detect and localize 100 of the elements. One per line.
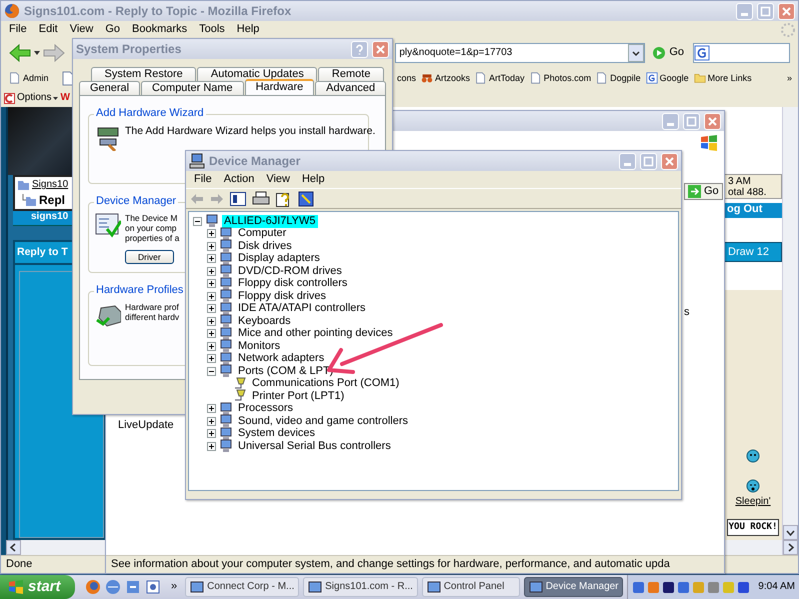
tree-item[interactable]: Sound, video and game controllers [236, 414, 410, 428]
expand-toggle[interactable] [193, 216, 202, 226]
breadcrumb-link[interactable]: Signs10 [32, 179, 68, 191]
close-button[interactable] [661, 152, 678, 170]
vertical-scrollbar[interactable] [782, 107, 798, 555]
bookmark-link[interactable]: Google [646, 72, 689, 84]
options-menu[interactable]: Options [4, 92, 58, 104]
scroll-right-icon[interactable] [783, 540, 798, 555]
expand-toggle[interactable] [207, 442, 216, 451]
bookmark-link[interactable]: More Links [694, 72, 752, 84]
bookmark-link[interactable]: Admin [9, 72, 49, 84]
expand-toggle[interactable] [207, 366, 216, 376]
bookmark-link[interactable]: Photos.com [530, 72, 592, 84]
search-field[interactable] [693, 43, 790, 63]
expand-toggle[interactable] [207, 254, 216, 264]
tree-item[interactable]: Computer [236, 227, 288, 240]
tree-item[interactable]: System devices [236, 427, 318, 440]
tab[interactable]: Advanced [315, 81, 386, 95]
help-icon[interactable] [276, 190, 292, 206]
bookmark-link[interactable]: ArtToday [475, 72, 525, 84]
tree-item[interactable]: ALLIED-6JI7LYW5 [222, 214, 318, 228]
tree-item[interactable]: Display adapters [236, 252, 322, 266]
tab[interactable]: Computer Name [141, 81, 244, 95]
tree-item[interactable]: Network adapters [236, 352, 326, 366]
menu-item[interactable]: Edit [32, 23, 64, 37]
menu-item[interactable]: Help [296, 172, 331, 186]
panel-toggle-icon[interactable] [230, 192, 246, 206]
menu-item[interactable]: Bookmarks [126, 23, 194, 37]
taskbar-button[interactable]: Connect Corp - M... [185, 577, 300, 597]
menu-item[interactable]: Help [230, 23, 266, 37]
toolbar-letter[interactable]: W [60, 92, 70, 104]
horizontal-scrollbar[interactable] [724, 540, 782, 555]
expand-toggle[interactable] [207, 242, 216, 251]
menu-item[interactable]: View [260, 172, 296, 186]
expand-toggle[interactable] [207, 266, 216, 276]
overflow-chevron[interactable]: » [786, 72, 792, 84]
tree-item[interactable]: Keyboards [236, 314, 293, 328]
taskbar-button[interactable]: Signs101.com - R... [303, 577, 418, 597]
scan-icon[interactable] [298, 190, 314, 206]
expand-toggle[interactable] [207, 354, 216, 364]
tree-item[interactable]: Universal Serial Bus controllers [236, 440, 393, 453]
quick-launch-icon[interactable] [105, 579, 121, 595]
bookmark-link[interactable]: cons [397, 72, 416, 84]
scroll-down-icon[interactable] [783, 525, 798, 540]
dropdown-icon[interactable] [628, 44, 644, 62]
tab[interactable]: Remote [318, 67, 384, 81]
quick-launch-icon[interactable] [85, 579, 101, 595]
expand-toggle[interactable] [207, 292, 216, 301]
taskbar-button[interactable]: Control Panel [422, 577, 520, 597]
quick-launch-icon[interactable] [125, 579, 141, 595]
scroll-left-icon[interactable] [6, 540, 21, 555]
tab[interactable]: Automatic Updates [197, 67, 318, 81]
expand-toggle[interactable] [207, 342, 216, 351]
overflow-chevron[interactable]: » [171, 580, 178, 594]
expand-toggle[interactable] [207, 404, 216, 414]
quick-launch-icon[interactable] [145, 579, 161, 595]
horizontal-scrollbar[interactable] [6, 540, 106, 555]
tree-item[interactable]: Communications Port (COM1) [250, 377, 402, 390]
back-icon[interactable] [9, 44, 31, 62]
menu-item[interactable]: Action [218, 172, 260, 186]
bookmark-link[interactable]: Dogpile [596, 72, 641, 84]
print-icon[interactable] [252, 190, 270, 206]
tree-item[interactable]: Floppy disk controllers [236, 277, 350, 290]
address-field[interactable]: ply&noquote=1&p=17703 [395, 43, 646, 63]
menu-item[interactable]: File [188, 172, 218, 186]
go-button[interactable]: Go [684, 183, 723, 200]
caret-icon[interactable] [34, 51, 40, 55]
tree-item[interactable]: Mice and other pointing devices [236, 327, 395, 340]
tree-item[interactable]: Floppy disk drives [236, 290, 328, 303]
tab[interactable]: Hardware [244, 79, 314, 95]
expand-toggle[interactable] [207, 316, 216, 326]
tree-item[interactable]: Disk drives [236, 240, 294, 253]
control-panel-item[interactable]: LiveUpdate [118, 419, 174, 432]
expand-toggle[interactable] [207, 429, 216, 438]
expand-toggle[interactable] [207, 416, 216, 426]
tab[interactable]: General [79, 81, 140, 95]
menu-item[interactable]: Go [99, 23, 126, 37]
close-button[interactable] [704, 112, 721, 130]
tree-item[interactable]: Processors [236, 402, 296, 416]
logout-link[interactable]: og Out [724, 203, 782, 218]
taskbar-button[interactable]: Device Manager [524, 577, 624, 597]
expand-toggle[interactable] [207, 279, 216, 288]
close-button[interactable] [778, 2, 795, 20]
tray-icon[interactable] [662, 580, 676, 594]
tree-item[interactable]: Monitors [236, 340, 282, 353]
bookmark-link[interactable]: Artzooks [421, 72, 470, 84]
expand-toggle[interactable] [207, 229, 216, 238]
driver-button[interactable]: Driver [125, 250, 174, 264]
tab[interactable]: System Restore [91, 67, 196, 81]
tray-icon[interactable] [737, 580, 750, 594]
tree-item[interactable]: DVD/CD-ROM drives [236, 264, 344, 278]
expand-toggle[interactable] [207, 329, 216, 338]
go-button[interactable]: Go [652, 46, 684, 60]
tree-item[interactable]: IDE ATA/ATAPI controllers [236, 302, 368, 316]
menu-item[interactable]: File [3, 23, 33, 37]
menu-item[interactable]: View [64, 23, 100, 37]
tree-item[interactable]: Printer Port (LPT1) [250, 390, 346, 403]
expand-toggle[interactable] [207, 304, 216, 314]
menu-item[interactable]: Tools [193, 23, 231, 37]
close-button[interactable] [372, 40, 389, 58]
